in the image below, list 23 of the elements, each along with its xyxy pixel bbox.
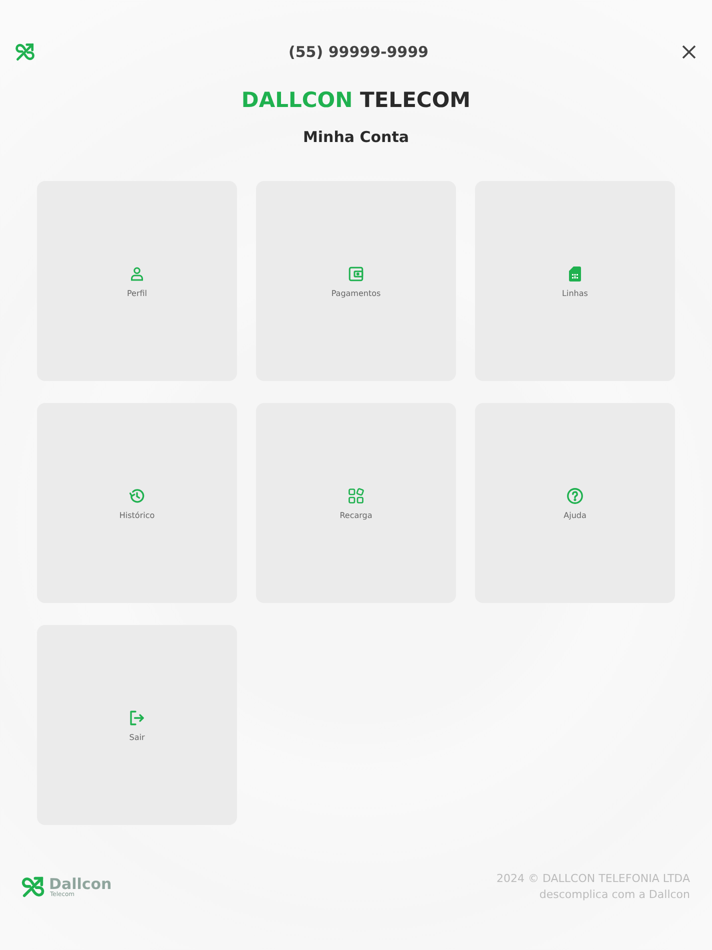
menu-card[interactable]: Sair	[37, 625, 237, 825]
squares-icon	[347, 486, 365, 504]
menu-card[interactable]: Perfil	[37, 181, 237, 381]
page-title: Minha Conta	[302, 128, 410, 146]
brand-title: DALLCON TELECOM	[241, 88, 471, 112]
sim-card-icon	[566, 264, 584, 282]
help-icon	[566, 486, 584, 504]
phone-number: (55) 99999-9999	[288, 43, 428, 61]
slogan-text: descomplica com a Dallcon	[539, 887, 690, 903]
menu-card[interactable]: Ajuda	[475, 403, 675, 603]
logout-icon	[128, 708, 146, 726]
logo-name: Dallcon	[49, 876, 112, 892]
menu-card[interactable]: Pagamentos	[256, 181, 456, 381]
close-button[interactable]	[681, 44, 697, 60]
menu-card[interactable]: Recarga	[256, 403, 456, 603]
copyright-text: 2024 © DALLCON TELEFONIA LTDA	[496, 871, 690, 887]
wallet-icon	[347, 264, 365, 282]
logo-icon	[20, 874, 46, 900]
history-icon	[128, 486, 146, 504]
logo-icon	[14, 41, 36, 63]
menu-card[interactable]: Linhas	[475, 181, 675, 381]
menu-card[interactable]: Histórico	[37, 403, 237, 603]
user-icon	[128, 264, 146, 282]
